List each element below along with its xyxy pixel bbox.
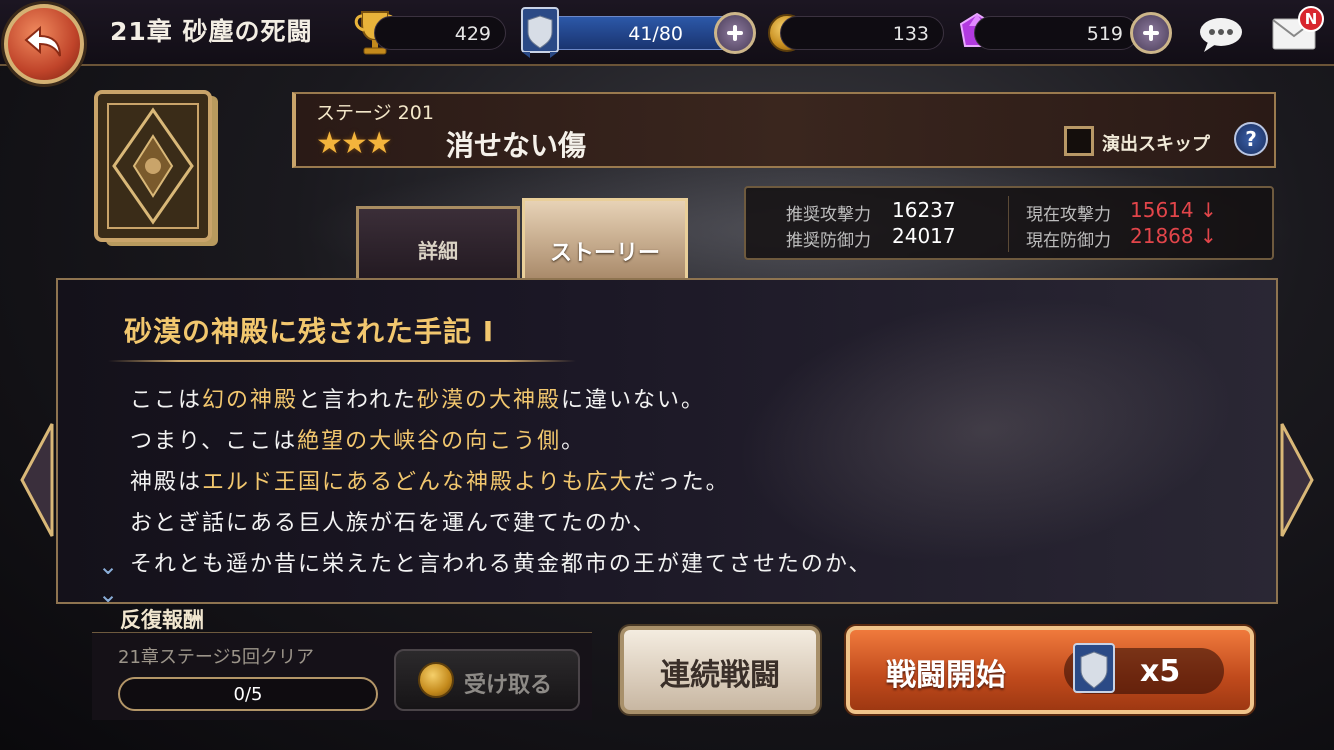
recommended-defense-label: 推奨防御力 [786, 231, 871, 251]
add-gems-button[interactable] [1130, 12, 1172, 54]
repeat-reward-box: 21章ステージ5回クリア 0/5 受け取る [92, 632, 592, 720]
stamina-shield-icon [1073, 643, 1115, 693]
scroll-down-icon[interactable]: ⌄ ⌄ [98, 552, 118, 608]
stage-header: ステージ 201 ★★★ 消せない傷 演出スキップ ? [292, 92, 1276, 168]
gem-counter: 519 [974, 16, 1138, 50]
stamina-cost-value: x5 [1140, 654, 1181, 689]
story-line: おとぎ話にある巨人族が石を運んで建てたのか、 [130, 511, 657, 536]
chat-icon[interactable] [1198, 16, 1244, 54]
receive-label: 受け取る [464, 673, 553, 698]
skip-cutscene-label[interactable]: 演出スキップ [1102, 130, 1210, 156]
stage-book-icon [94, 90, 218, 246]
story-title: 砂漠の神殿に残された手記 I [124, 315, 495, 348]
back-button[interactable] [4, 4, 84, 84]
current-defense-label: 現在防御力 [1026, 231, 1111, 251]
current-defense: 現在防御力 21868 ↓ [1026, 224, 1217, 251]
start-battle-label: 戦闘開始 [886, 658, 1006, 693]
stats-divider [1008, 196, 1009, 252]
story-line: 神殿はエルド王国にあるどんな神殿よりも広大だった。 [130, 470, 730, 495]
back-arrow-icon [24, 25, 61, 57]
reward-progress-bar: 0/5 [118, 677, 378, 711]
gem-count: 519 [1086, 23, 1123, 45]
stamina-cost: x5 [1064, 643, 1224, 694]
current-defense-value: 21868 ↓ [1130, 224, 1217, 248]
receive-reward-button[interactable]: 受け取る [394, 649, 580, 711]
stamina-value: 41/80 [628, 23, 683, 45]
previous-stage-arrow-icon[interactable] [18, 420, 56, 540]
stamina-shield-icon [521, 7, 559, 58]
current-attack: 現在攻撃力 15614 ↓ [1026, 198, 1217, 225]
stage-stars: ★★★ [316, 126, 393, 161]
add-stamina-button[interactable] [714, 12, 756, 54]
auto-battle-button[interactable]: 連続戦闘 [620, 626, 820, 714]
stamina-bar: 41/80 [540, 16, 740, 50]
start-battle-button[interactable]: 戦闘開始 x5 [846, 626, 1254, 714]
story-text[interactable]: ここは幻の神殿と言われた砂漠の大神殿に違いない。 つまり、ここは絶望の大峡谷の向… [130, 380, 1230, 585]
repeat-reward-title: 反復報酬 [120, 608, 204, 632]
recommended-defense-value: 24017 [892, 224, 956, 248]
recommended-attack-value: 16237 [892, 198, 956, 222]
story-panel: 砂漠の神殿に残された手記 I ここは幻の神殿と言われた砂漠の大神殿に違いない。 … [56, 278, 1278, 608]
trophy-counter: 429 [374, 16, 506, 50]
coin-count: 133 [892, 23, 929, 45]
stage-number: ステージ 201 [316, 102, 434, 124]
help-button[interactable]: ? [1234, 122, 1268, 156]
stage-name: 消せない傷 [446, 129, 587, 162]
tab-detail[interactable]: 詳細 [356, 206, 520, 278]
current-attack-label: 現在攻撃力 [1026, 205, 1111, 225]
story-line: それとも遥か昔に栄えたと言われる黄金都市の王が建てさせたのか、 [130, 552, 873, 577]
recommended-attack: 推奨攻撃力 16237 [786, 198, 956, 225]
coin-counter: 133 [780, 16, 944, 50]
reward-condition: 21章ステージ5回クリア [118, 647, 314, 668]
auto-battle-label: 連続戦闘 [660, 658, 780, 693]
recommended-defense: 推奨防御力 24017 [786, 224, 956, 251]
power-stats: 推奨攻撃力 16237 推奨防御力 24017 現在攻撃力 15614 ↓ 現在… [744, 186, 1274, 260]
title-divider [108, 360, 576, 362]
story-line: ここは幻の神殿と言われた砂漠の大神殿に違いない。 [130, 388, 705, 413]
next-stage-arrow-icon[interactable] [1278, 420, 1316, 540]
story-line: つまり、ここは絶望の大峡谷の向こう側。 [130, 429, 586, 454]
top-bar: 21章 砂塵の死闘 429 41/80 133 519 N [0, 0, 1334, 66]
chapter-title: 21章 砂塵の死闘 [110, 17, 313, 46]
tab-story[interactable]: ストーリー [522, 198, 688, 282]
reward-progress-text: 0/5 [233, 684, 263, 705]
mail-new-badge: N [1298, 6, 1324, 32]
current-attack-value: 15614 ↓ [1130, 198, 1217, 222]
trophy-count: 429 [454, 23, 491, 45]
skip-cutscene-checkbox[interactable] [1064, 126, 1094, 156]
coin-icon [418, 662, 454, 698]
recommended-attack-label: 推奨攻撃力 [786, 205, 871, 225]
